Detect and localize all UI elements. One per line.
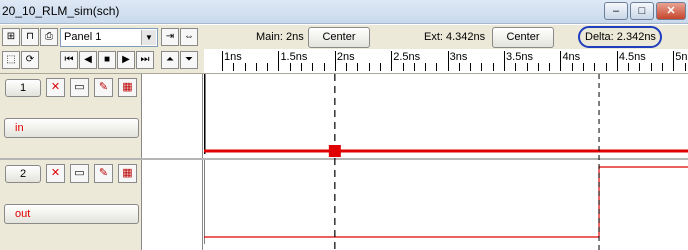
ruler-tick-label: 4.5ns [618,51,646,63]
ruler-tick-label: 3.5ns [506,51,533,63]
ruler-major-tick [334,51,336,71]
ruler-minor-tick [470,63,472,71]
step-back-icon[interactable]: ◀ [79,51,97,69]
print-icon[interactable]: ⎙ [40,28,58,46]
ruler-tick-label: 1.5ns [280,51,308,63]
main-cursor-marker [328,145,341,157]
ext-center-button[interactable]: Center [492,27,554,48]
ruler-major-tick [222,51,224,71]
signal-name-out[interactable]: out [4,204,139,224]
pulse-icon[interactable]: ⊓ [21,28,39,46]
window-icon[interactable]: ▭ [70,78,89,97]
signal-row-controls: 1 ✕ ▭ ✎ ▦ in [0,74,142,158]
go-to-end-icon[interactable]: ⏭ [136,51,154,69]
minimize-button[interactable]: – [604,2,628,20]
step-forward-icon[interactable]: ▶ [117,51,135,69]
panel-select[interactable]: Panel 1 ▼ [60,28,158,47]
row-number-button[interactable]: 1 [5,79,41,97]
stop-icon[interactable]: ■ [98,51,116,69]
ruler-major-tick [504,51,506,71]
window-icon[interactable]: ▭ [70,164,89,183]
ruler-minor-tick [436,63,438,71]
out-waveform [204,166,688,238]
row-number-button[interactable]: 2 [5,165,41,183]
ruler-major-tick [278,51,280,71]
grid-icon[interactable]: ▦ [118,78,137,97]
waveform-canvas[interactable] [204,74,688,250]
signal-name-in[interactable]: in [4,118,139,138]
ruler-minor-tick [661,63,663,71]
ruler-major-tick [560,51,562,71]
ruler-minor-tick [357,63,359,71]
delta-highlight-circle [578,26,662,48]
chevron-down-icon[interactable]: ▼ [141,30,156,45]
ruler-minor-tick [458,63,460,71]
move-up-icon[interactable]: ⏶ [161,51,179,69]
waveform-area: 1 ✕ ▭ ✎ ▦ in 2 ✕ ▭ ✎ ▦ out [0,74,688,250]
delete-icon[interactable]: ✕ [46,78,65,97]
refresh-icon[interactable]: ⟳ [21,51,39,69]
ruler-minor-tick [368,63,370,71]
time-ruler[interactable]: 1ns 1.5ns 2ns 2.5ns 3ns 3.5ns 4ns 4.5ns 5ns [204,49,688,73]
ruler-tick-label: 4ns [562,51,581,63]
ruler-major-tick [616,51,618,71]
ruler-minor-tick [255,63,257,71]
ruler-major-tick [447,51,449,71]
ruler-major-tick [673,51,675,71]
bus-display-icon[interactable]: ⊞ [2,28,20,46]
go-to-start-icon[interactable]: ⏮ [60,51,78,69]
main-time-label: Main: 2ns [256,31,304,43]
row-spacer [143,74,203,158]
move-down-icon[interactable]: ⏷ [180,51,198,69]
ruler-minor-tick [233,63,235,71]
ruler-minor-tick [267,63,269,71]
ruler-minor-tick [537,63,539,71]
panel-select-value: Panel 1 [64,31,102,43]
ruler-minor-tick [684,63,686,71]
ruler-minor-tick [301,63,302,71]
close-button[interactable]: ✕ [656,2,686,20]
ruler-minor-tick [346,63,348,71]
ruler-minor-tick [323,63,325,71]
ruler-minor-tick [402,63,404,71]
ruler-tick-label: 3ns [449,51,468,63]
signal-row-controls: 2 ✕ ▭ ✎ ▦ out [0,160,142,250]
ruler-minor-tick [526,63,528,71]
maximize-button[interactable]: □ [630,2,654,20]
ruler-minor-tick [639,63,641,71]
zoom-out-wave-icon[interactable]: ⇔ [180,28,198,46]
edit-icon[interactable]: ✎ [94,164,113,183]
ruler-tick-label: 2.5ns [393,51,421,63]
main-center-button[interactable]: Center [308,27,370,48]
ruler-minor-tick [583,63,584,71]
ruler-minor-tick [244,63,246,71]
zoom-in-wave-icon[interactable]: ⇥ [161,28,179,46]
ruler-minor-tick [379,63,381,71]
title-bar: 20_10_RLM_sim(sch) – □ ✕ [0,0,688,24]
ruler-minor-tick [605,63,607,71]
ruler-minor-tick [594,63,596,71]
ruler-minor-tick [289,63,291,71]
edit-icon[interactable]: ✎ [94,78,113,97]
ruler-minor-tick [312,63,314,71]
ruler-minor-tick [650,63,652,71]
ruler-tick-label: 2ns [336,51,355,63]
select-grid-icon[interactable]: ⬚ [2,51,20,69]
ruler-major-tick [391,51,393,71]
ruler-minor-tick [549,63,551,71]
ruler-minor-tick [515,63,517,71]
ext-time-label: Ext: 4.342ns [424,31,486,43]
ruler-minor-tick [628,63,630,71]
window-title: 20_10_RLM_sim(sch) [2,4,120,18]
ruler-minor-tick [492,63,494,71]
ruler-minor-tick [425,63,427,71]
grid-icon[interactable]: ▦ [118,164,137,183]
row-spacer [143,160,203,250]
ruler-minor-tick [571,63,573,71]
ruler-minor-tick [413,63,415,71]
ruler-tick-label: 5ns [675,51,688,63]
delete-icon[interactable]: ✕ [46,164,65,183]
ruler-minor-tick [481,63,483,71]
ruler-tick-label: 1ns [224,51,242,63]
